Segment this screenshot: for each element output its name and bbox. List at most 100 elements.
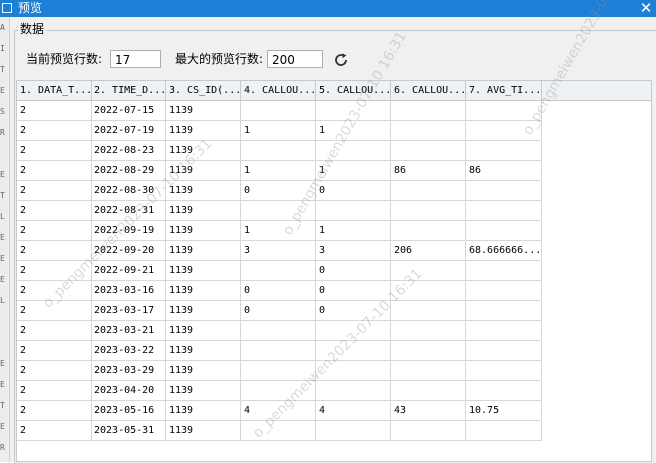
table-cell[interactable]: 2 [17, 381, 92, 400]
table-cell[interactable]: 2023-03-21 [91, 321, 166, 340]
table-row[interactable]: 2 2023-04-20 1139 [17, 381, 542, 401]
table-cell[interactable] [466, 321, 542, 340]
table-cell[interactable]: 2 [17, 341, 92, 360]
table-cell[interactable]: 2 [17, 221, 92, 240]
table-cell[interactable]: 86 [391, 161, 466, 180]
table-cell[interactable] [391, 421, 466, 440]
table-cell[interactable] [241, 321, 316, 340]
column-header[interactable]: 1. DATA_T... [17, 81, 92, 100]
table-cell[interactable] [316, 421, 391, 440]
table-row[interactable]: 2 2022-08-23 1139 [17, 141, 542, 161]
table-cell[interactable]: 2 [17, 401, 92, 420]
table-cell[interactable]: 1 [241, 121, 316, 140]
table-cell[interactable]: 2022-08-23 [91, 141, 166, 160]
table-cell[interactable]: 2022-07-19 [91, 121, 166, 140]
table-cell[interactable]: 2 [17, 241, 92, 260]
table-row[interactable]: 2 2023-03-22 1139 [17, 341, 542, 361]
table-cell[interactable] [466, 361, 542, 380]
table-cell[interactable]: 2022-09-21 [91, 261, 166, 280]
table-cell[interactable]: 0 [316, 181, 391, 200]
table-cell[interactable] [241, 341, 316, 360]
table-cell[interactable] [466, 201, 542, 220]
table-cell[interactable]: 1139 [166, 261, 241, 280]
table-cell[interactable]: 0 [241, 281, 316, 300]
table-cell[interactable] [316, 201, 391, 220]
table-cell[interactable] [466, 181, 542, 200]
table-row[interactable]: 2 2022-07-15 1139 [17, 101, 542, 121]
table-cell[interactable] [241, 101, 316, 120]
table-cell[interactable]: 2 [17, 141, 92, 160]
max-rows-input[interactable]: 200 [267, 50, 323, 68]
table-cell[interactable]: 2023-03-17 [91, 301, 166, 320]
table-row[interactable]: 2 2022-08-30 1139 0 0 [17, 181, 542, 201]
table-cell[interactable]: 2 [17, 421, 92, 440]
table-cell[interactable]: 3 [241, 241, 316, 260]
table-cell[interactable] [391, 121, 466, 140]
table-cell[interactable] [466, 421, 542, 440]
table-cell[interactable]: 86 [466, 161, 542, 180]
table-cell[interactable]: 2022-08-29 [91, 161, 166, 180]
table-cell[interactable]: 2 [17, 161, 92, 180]
table-cell[interactable] [391, 361, 466, 380]
table-cell[interactable] [466, 221, 542, 240]
table-cell[interactable]: 1139 [166, 201, 241, 220]
table-cell[interactable]: 2 [17, 361, 92, 380]
table-row[interactable]: 2 2023-05-31 1139 [17, 421, 542, 441]
table-cell[interactable]: 1139 [166, 301, 241, 320]
table-row[interactable]: 2 2023-03-21 1139 [17, 321, 542, 341]
table-cell[interactable]: 1139 [166, 401, 241, 420]
table-cell[interactable]: 10.75 [466, 401, 542, 420]
table-row[interactable]: 2 2022-08-29 1139 1 1 86 86 [17, 161, 542, 181]
table-cell[interactable]: 1 [241, 161, 316, 180]
table-cell[interactable]: 2 [17, 201, 92, 220]
table-row[interactable]: 2 2023-03-17 1139 0 0 [17, 301, 542, 321]
table-cell[interactable] [466, 141, 542, 160]
table-cell[interactable]: 2023-05-16 [91, 401, 166, 420]
table-cell[interactable]: 2023-05-31 [91, 421, 166, 440]
table-cell[interactable] [391, 221, 466, 240]
table-cell[interactable] [466, 341, 542, 360]
table-cell[interactable]: 0 [241, 301, 316, 320]
table-cell[interactable] [391, 321, 466, 340]
table-cell[interactable]: 1139 [166, 321, 241, 340]
table-cell[interactable]: 1139 [166, 341, 241, 360]
table-cell[interactable]: 1139 [166, 241, 241, 260]
table-row[interactable]: 2 2023-03-29 1139 [17, 361, 542, 381]
column-header[interactable]: 2. TIME_D... [91, 81, 166, 100]
table-cell[interactable]: 2 [17, 181, 92, 200]
table-cell[interactable]: 1139 [166, 381, 241, 400]
table-cell[interactable]: 1 [241, 221, 316, 240]
table-cell[interactable]: 2023-03-22 [91, 341, 166, 360]
table-cell[interactable]: 2 [17, 101, 92, 120]
table-row[interactable]: 2 2022-09-19 1139 1 1 [17, 221, 542, 241]
table-cell[interactable]: 1139 [166, 421, 241, 440]
table-cell[interactable] [391, 141, 466, 160]
table-cell[interactable]: 1139 [166, 221, 241, 240]
table-cell[interactable]: 3 [316, 241, 391, 260]
table-cell[interactable]: 2 [17, 121, 92, 140]
table-cell[interactable]: 2023-03-29 [91, 361, 166, 380]
table-cell[interactable] [391, 201, 466, 220]
table-row[interactable]: 2 2022-08-31 1139 [17, 201, 542, 221]
table-cell[interactable]: 206 [391, 241, 466, 260]
table-row[interactable]: 2 2022-07-19 1139 1 1 [17, 121, 542, 141]
table-cell[interactable] [241, 261, 316, 280]
table-cell[interactable]: 68.666666... [466, 241, 542, 260]
table-cell[interactable] [466, 261, 542, 280]
table-cell[interactable] [466, 281, 542, 300]
table-cell[interactable]: 1139 [166, 101, 241, 120]
table-cell[interactable]: 2023-04-20 [91, 381, 166, 400]
current-rows-input[interactable]: 17 [110, 50, 161, 68]
table-cell[interactable]: 0 [316, 261, 391, 280]
table-cell[interactable] [466, 381, 542, 400]
column-header[interactable]: 6. CALLOU... [391, 81, 466, 100]
table-cell[interactable]: 2 [17, 321, 92, 340]
table-cell[interactable]: 43 [391, 401, 466, 420]
refresh-icon[interactable] [333, 52, 349, 68]
table-cell[interactable]: 4 [316, 401, 391, 420]
table-cell[interactable]: 0 [316, 281, 391, 300]
close-icon[interactable]: ✕ [638, 0, 654, 17]
table-cell[interactable] [466, 301, 542, 320]
table-cell[interactable] [391, 101, 466, 120]
table-cell[interactable]: 2023-03-16 [91, 281, 166, 300]
